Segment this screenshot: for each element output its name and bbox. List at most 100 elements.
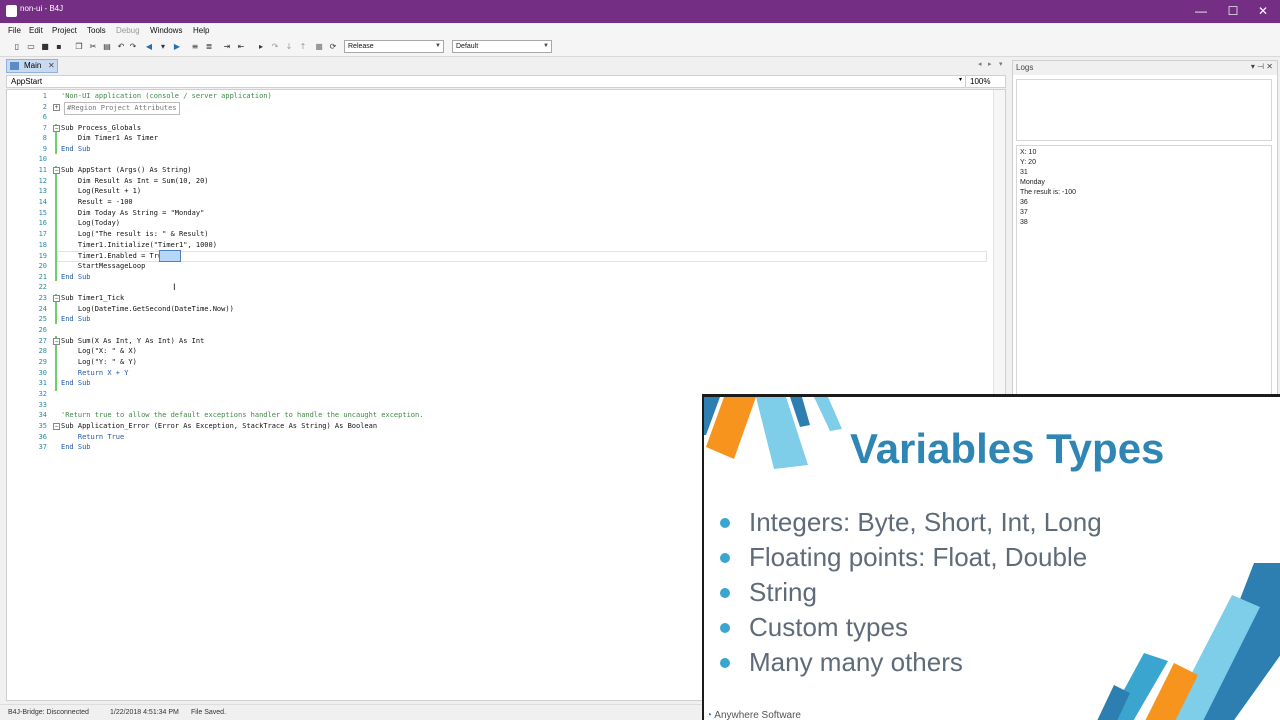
back-dropdown-icon[interactable]: ▾: [158, 42, 168, 52]
build-target-select[interactable]: Default ▼: [452, 40, 552, 53]
restart-icon[interactable]: ⟳: [328, 42, 338, 52]
paste-icon[interactable]: ▤: [102, 42, 112, 52]
block-uncomment-icon[interactable]: ≣: [204, 42, 214, 52]
block-comment-icon[interactable]: ≡: [190, 42, 200, 52]
code-line: 17 Log("The result is: " & Result): [38, 230, 209, 238]
tab-scroll-left-icon[interactable]: ◂: [978, 60, 982, 68]
build-config-select[interactable]: Release ▼: [344, 40, 444, 53]
code-line: 23− Sub Timer1_Tick: [38, 294, 125, 302]
menu-tools[interactable]: Tools: [87, 26, 106, 35]
chevron-down-icon: ▼: [543, 43, 549, 49]
menu-windows[interactable]: Windows: [150, 26, 182, 35]
bullet-icon: [720, 553, 730, 563]
tab-list-icon[interactable]: ▾: [999, 60, 1003, 68]
collapse-icon[interactable]: −: [53, 167, 60, 174]
expand-region-icon[interactable]: +: [53, 104, 60, 111]
logs-title: Logs: [1016, 63, 1034, 72]
undo-icon[interactable]: ↶: [116, 42, 126, 52]
code-line: 11− Sub AppStart (Args() As String): [38, 166, 192, 174]
log-line: 38: [1020, 219, 1028, 226]
logs-header: Logs ▾ ⊣ ✕: [1013, 61, 1277, 75]
menu-help[interactable]: Help: [193, 26, 209, 35]
minimize-button[interactable]: —: [1184, 0, 1218, 23]
bullet-icon: [720, 588, 730, 598]
indent-icon[interactable]: ⇥: [222, 42, 232, 52]
collapse-icon[interactable]: −: [53, 338, 60, 345]
cut-icon[interactable]: ✂: [88, 42, 98, 52]
sub-dropdown-icon[interactable]: ▾: [959, 76, 962, 83]
zoom-level[interactable]: 100%: [965, 76, 1005, 87]
slide-title: Variables Types: [850, 425, 1165, 472]
code-line: 1 'Non-UI application (console / server a…: [42, 92, 272, 100]
menu-debug[interactable]: Debug: [116, 26, 140, 35]
step-in-icon[interactable]: ↓: [284, 42, 294, 52]
menu-bar: File Edit Project Tools Debug Windows He…: [0, 23, 1280, 39]
menu-edit[interactable]: Edit: [29, 26, 43, 35]
status-message: File Saved.: [191, 709, 227, 716]
redo-icon[interactable]: ↷: [128, 42, 138, 52]
outdent-icon[interactable]: ⇤: [236, 42, 246, 52]
stop-icon[interactable]: ■: [314, 42, 324, 52]
log-line: The result is: -100: [1020, 189, 1077, 196]
code-line: 20 StartMessageLoop: [38, 262, 146, 270]
code-line: 14 Result = -100: [38, 198, 133, 206]
code-line: 26: [38, 326, 47, 334]
collapse-icon[interactable]: −: [53, 423, 60, 430]
bridge-status: B4J-Bridge: Disconnected: [8, 709, 89, 716]
code-line: 18 Timer1.Initialize("Timer1", 1000): [38, 241, 217, 249]
slide-footer: ◔ Anywhere Software: [706, 710, 801, 720]
tab-close-icon[interactable]: ✕: [48, 60, 55, 72]
menu-project[interactable]: Project: [52, 26, 77, 35]
save-icon[interactable]: ■: [40, 42, 50, 52]
status-timestamp: 1/22/2018 4:51:34 PM: [110, 709, 179, 716]
app-icon: [6, 5, 17, 17]
code-line: 28 Log("X: " & X): [38, 347, 137, 355]
log-line: 31: [1020, 169, 1028, 176]
text-cursor-icon: I: [173, 283, 176, 293]
collapse-icon[interactable]: −: [53, 125, 60, 132]
bullet-icon: [720, 623, 730, 633]
slide-decoration-corner: [1097, 563, 1280, 720]
company-logo-icon: ◔: [706, 710, 713, 720]
forward-icon[interactable]: ▶: [172, 42, 182, 52]
slide-overlay: Variables Types Integers: Byte, Short, I…: [702, 394, 1280, 720]
code-line: 25 End Sub: [38, 315, 91, 323]
status-bar: B4J-Bridge: Disconnected 1/22/2018 4:51:…: [0, 704, 720, 720]
log-line: Monday: [1020, 179, 1045, 186]
step-out-icon[interactable]: ↑: [298, 42, 308, 52]
back-icon[interactable]: ◀: [144, 42, 154, 52]
logs-panel-controls[interactable]: ▾ ⊣ ✕: [1251, 62, 1273, 71]
module-icon: [10, 62, 19, 70]
close-button[interactable]: ✕: [1246, 0, 1280, 23]
log-line: 37: [1020, 209, 1028, 216]
code-line: 13 Log(Result + 1): [38, 187, 142, 195]
run-icon[interactable]: ▸: [256, 42, 266, 52]
save-all-icon[interactable]: ▪: [54, 42, 64, 52]
code-line: 16 Log(Today): [38, 219, 121, 227]
sub-navigator[interactable]: AppStart ▾ 100%: [6, 75, 1006, 88]
step-over-icon[interactable]: ↷: [270, 42, 280, 52]
current-sub[interactable]: AppStart: [11, 77, 42, 86]
new-file-icon[interactable]: ▯: [12, 42, 22, 52]
maximize-button[interactable]: ☐: [1216, 0, 1250, 23]
collapse-icon[interactable]: −: [53, 295, 60, 302]
window-title: non-ui - B4J: [20, 4, 64, 13]
log-line: Y: 20: [1020, 159, 1036, 166]
copy-icon[interactable]: ❐: [74, 42, 84, 52]
code-line: 8 Dim Timer1 As Timer: [42, 134, 158, 142]
log-line: X: 10: [1020, 149, 1037, 156]
open-file-icon[interactable]: ▭: [26, 42, 36, 52]
code-line: 6: [42, 113, 47, 121]
code-line: 22: [38, 283, 47, 291]
bullet-icon: [720, 518, 730, 528]
logs-panel: Logs ▾ ⊣ ✕ X: 10 Y: 20 31 Monday The res…: [1012, 60, 1278, 400]
bullet-icon: [720, 658, 730, 668]
menu-file[interactable]: File: [8, 26, 21, 35]
logs-filter-area[interactable]: [1016, 79, 1272, 141]
logs-output[interactable]: X: 10 Y: 20 31 Monday The result is: -10…: [1016, 145, 1272, 397]
tab-scroll-right-icon[interactable]: ▸: [988, 60, 992, 68]
build-target-value: Default: [456, 43, 479, 50]
chevron-down-icon: ▼: [435, 43, 441, 49]
tab-main[interactable]: Main ✕: [6, 59, 58, 73]
selected-word: [159, 250, 181, 262]
